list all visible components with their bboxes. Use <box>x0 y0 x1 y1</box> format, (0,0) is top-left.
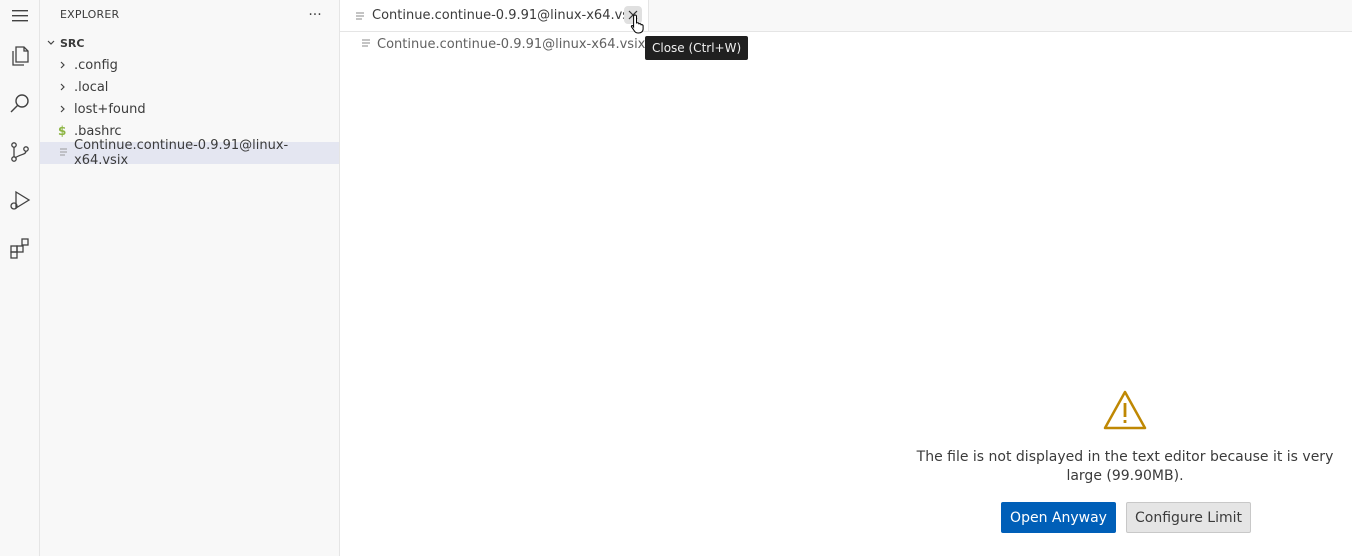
search-icon[interactable] <box>4 88 36 120</box>
tree-item-label: .config <box>74 57 118 73</box>
tree-item-vsix[interactable]: Continue.continue-0.9.91@linux-x64.vsix <box>40 138 339 168</box>
explorer-title: EXPLORER <box>60 8 120 21</box>
source-control-icon[interactable] <box>4 136 36 168</box>
close-tooltip: Close (Ctrl+W) <box>645 36 749 60</box>
chevron-right-icon <box>56 104 70 114</box>
extensions-icon[interactable] <box>4 232 36 264</box>
tree-item-label: .local <box>74 79 109 95</box>
tree-item-lost-found[interactable]: lost+found <box>40 98 339 120</box>
open-anyway-button[interactable]: Open Anyway <box>1001 502 1116 533</box>
chevron-down-icon <box>44 38 58 48</box>
tree-item-label: Continue.continue-0.9.91@linux-x64.vsix <box>74 138 289 168</box>
tree-item-config[interactable]: .config <box>40 54 339 76</box>
tree-item-label: .bashrc <box>74 123 122 139</box>
shell-file-icon: $ <box>58 124 67 138</box>
file-icon <box>362 39 371 49</box>
tree-root-label: SRC <box>60 36 85 50</box>
breadcrumb[interactable]: Continue.continue-0.9.91@linux-x64.vsix <box>362 34 645 54</box>
chevron-right-icon <box>56 82 70 92</box>
menu-icon[interactable] <box>4 0 36 32</box>
more-actions-icon[interactable]: ··· <box>305 6 325 24</box>
large-file-warning: The file is not displayed in the text ed… <box>900 390 1350 486</box>
tree-item-label: lost+found <box>74 101 146 117</box>
tree-item-local[interactable]: .local <box>40 76 339 98</box>
editor-tabbar: Continue.continue-0.9.91@linux-x64.vsix <box>340 0 1352 32</box>
breadcrumb-label: Continue.continue-0.9.91@linux-x64.vsix <box>377 36 646 52</box>
explorer-sidebar: EXPLORER ··· SRC .config .local lost+fou… <box>40 0 340 556</box>
run-debug-icon[interactable] <box>4 184 36 216</box>
file-icon <box>60 148 68 158</box>
tab-label: Continue.continue-0.9.91@linux-x64.vsix <box>372 8 641 23</box>
configure-limit-button[interactable]: Configure Limit <box>1126 502 1251 533</box>
tree-root-src[interactable]: SRC <box>40 32 339 54</box>
hand-cursor-icon <box>630 14 646 38</box>
file-icon <box>356 11 366 21</box>
warning-message: The file is not displayed in the text ed… <box>916 449 1334 484</box>
warning-icon <box>1103 390 1147 430</box>
chevron-right-icon <box>56 60 70 70</box>
activity-bar <box>0 0 40 556</box>
tab-vsix[interactable]: Continue.continue-0.9.91@linux-x64.vsix <box>340 0 649 31</box>
files-icon[interactable] <box>4 40 36 72</box>
